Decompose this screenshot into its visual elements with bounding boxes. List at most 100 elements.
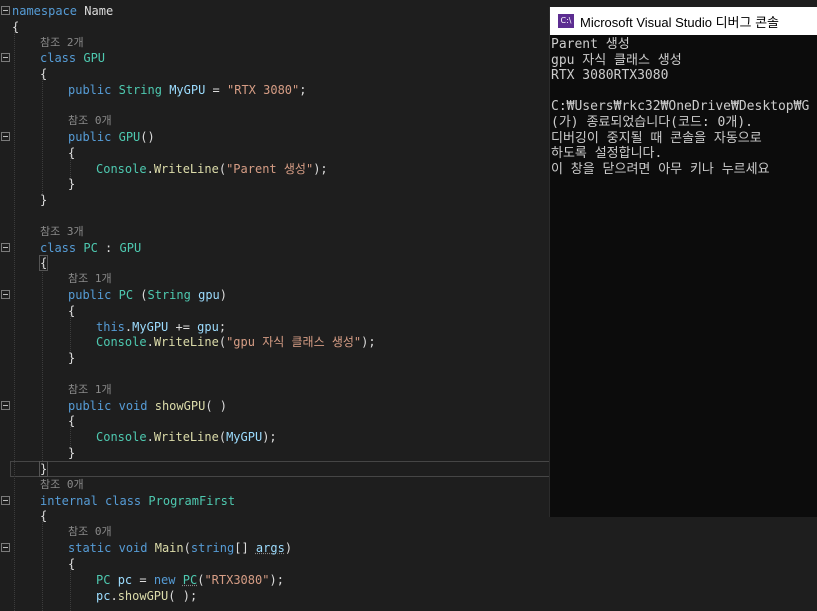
field-name: MyGPU: [132, 320, 169, 334]
console-line: gpu 자식 클래스 생성: [551, 52, 682, 68]
code-line[interactable]: Console.WriteLine("gpu 자식 클래스 생성");: [96, 334, 376, 350]
code-line[interactable]: public String MyGPU = "RTX 3080";: [68, 82, 306, 98]
console-output[interactable]: Parent 생성 gpu 자식 클래스 생성 RTX 3080RTX3080 …: [550, 35, 817, 177]
field-name: MyGPU: [226, 430, 263, 444]
reference-count-hint[interactable]: 참조 2개: [40, 35, 84, 51]
collapse-class-gpu-icon[interactable]: [1, 53, 10, 62]
code-line[interactable]: namespace Name: [12, 3, 113, 19]
console-line: 이 창을 닫으려면 아무 키나 누르세요: [551, 161, 770, 177]
collapse-programfirst-icon[interactable]: [1, 496, 10, 505]
collapse-main-icon[interactable]: [1, 543, 10, 552]
keyword: class: [40, 241, 77, 255]
class-name: GPU: [83, 51, 106, 65]
reference-count-hint[interactable]: 참조 1개: [68, 382, 112, 398]
brackets: []: [234, 541, 249, 555]
console-app-icon: C:\: [558, 14, 574, 28]
keyword: public: [68, 288, 112, 302]
parens: (): [140, 130, 155, 144]
brace: }: [68, 351, 76, 365]
constructor-name: GPU: [118, 130, 141, 144]
brace: {: [40, 67, 48, 81]
keyword: class: [105, 494, 142, 508]
namespace-name: Name: [84, 4, 114, 18]
reference-count-hint[interactable]: 참조 0개: [68, 524, 112, 540]
brace: }: [38, 461, 49, 477]
collapse-pc-ctor-icon[interactable]: [1, 290, 10, 299]
code-line[interactable]: {: [68, 556, 75, 572]
keyword: public: [68, 399, 112, 413]
code-line[interactable]: public PC (String gpu): [68, 287, 227, 303]
brace: {: [68, 414, 76, 428]
reference-count-hint[interactable]: 참조 1개: [68, 271, 112, 287]
variable-name: pc: [117, 573, 133, 587]
code-line[interactable]: }: [68, 176, 75, 192]
code-line[interactable]: public GPU(): [68, 129, 155, 145]
string-literal: "Parent 생성": [226, 162, 314, 176]
code-line[interactable]: {: [68, 303, 75, 319]
brace: }: [68, 446, 76, 460]
keyword: class: [40, 51, 77, 65]
code-line[interactable]: }: [68, 350, 75, 366]
brace: {: [40, 509, 48, 523]
code-line[interactable]: pc.showGPU( );: [96, 588, 197, 604]
code-line[interactable]: class GPU: [40, 50, 105, 66]
brace: {: [68, 557, 76, 571]
brace: {: [68, 304, 76, 318]
collapse-showgpu-icon[interactable]: [1, 401, 10, 410]
collapse-gpu-ctor-icon[interactable]: [1, 132, 10, 141]
keyword: this: [96, 320, 125, 334]
parameter-name: args: [255, 541, 285, 555]
operator: :: [97, 241, 120, 255]
collapse-class-pc-icon[interactable]: [1, 243, 10, 252]
code-line[interactable]: PC pc = new PC("RTX3080");: [96, 572, 284, 588]
current-line-highlight: [10, 461, 550, 477]
code-line[interactable]: class PC : GPU: [40, 240, 141, 256]
code-line[interactable]: {: [38, 255, 49, 271]
variable-name: pc: [96, 589, 111, 603]
keyword: namespace: [12, 4, 78, 18]
method-name: WriteLine: [153, 162, 219, 176]
collapse-namespace-icon[interactable]: [1, 6, 10, 15]
parameter-name: gpu: [197, 320, 219, 334]
code-line[interactable]: public void showGPU( ): [68, 398, 227, 414]
code-line[interactable]: }: [38, 461, 49, 477]
code-line[interactable]: {: [40, 508, 47, 524]
code-line[interactable]: Console.WriteLine("Parent 생성");: [96, 161, 328, 177]
code-line[interactable]: {: [68, 413, 75, 429]
code-line[interactable]: {: [40, 66, 47, 82]
reference-count-hint[interactable]: 참조 0개: [68, 113, 112, 129]
console-line: 디버깅이 중지될 때 콘솔을 자동으로: [551, 130, 762, 146]
code-line[interactable]: Console.WriteLine(MyGPU);: [96, 429, 277, 445]
keyword: internal: [40, 494, 98, 508]
debug-console-window[interactable]: C:\ Microsoft Visual Studio 디버그 콘솔 Paren…: [549, 7, 817, 517]
indent-guide: [70, 566, 71, 611]
class-name: PC: [96, 573, 111, 587]
method-name: WriteLine: [153, 430, 219, 444]
code-line[interactable]: this.MyGPU += gpu;: [96, 319, 226, 335]
method-name: showGPU: [117, 589, 169, 603]
string-literal: "RTX3080": [204, 573, 270, 587]
brace: {: [38, 255, 49, 271]
code-line[interactable]: static void Main(string[] args): [68, 540, 292, 556]
code-line[interactable]: {: [68, 145, 75, 161]
console-line: Parent 생성: [551, 37, 630, 52]
code-line[interactable]: {: [12, 19, 19, 35]
method-name: Main: [154, 541, 184, 555]
class-name: PC: [83, 241, 98, 255]
console-line: 하도록 설정합니다.: [551, 146, 663, 162]
method-name: WriteLine: [153, 335, 219, 349]
reference-count-hint[interactable]: 참조 0개: [40, 477, 84, 493]
brace: }: [40, 193, 48, 207]
indent-guide: [14, 28, 15, 611]
reference-count-hint[interactable]: 참조 3개: [40, 224, 84, 240]
keyword: new: [153, 573, 176, 587]
code-line[interactable]: internal class ProgramFirst: [40, 493, 235, 509]
class-name: ProgramFirst: [148, 494, 236, 508]
keyword: void: [118, 399, 148, 413]
class-name: Console: [96, 162, 147, 176]
console-title-bar[interactable]: C:\ Microsoft Visual Studio 디버그 콘솔: [550, 7, 817, 35]
code-line[interactable]: }: [68, 445, 75, 461]
code-line[interactable]: }: [40, 192, 47, 208]
method-name: showGPU: [154, 399, 206, 413]
